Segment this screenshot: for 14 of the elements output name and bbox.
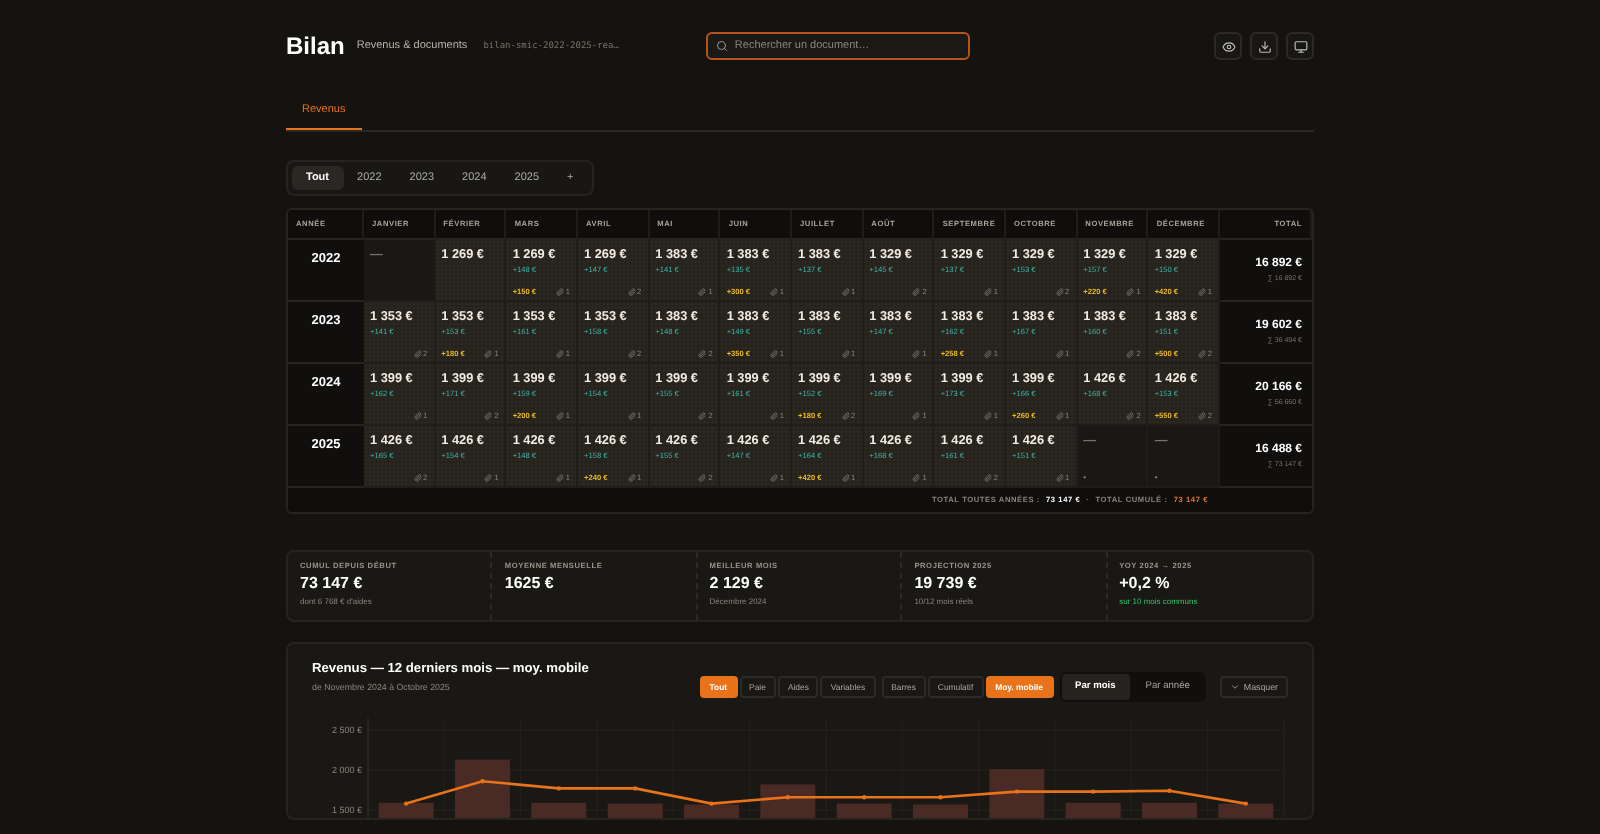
stat-value: 19 739 € (914, 574, 979, 592)
download-button[interactable] (1250, 32, 1278, 60)
download-icon (1257, 39, 1271, 53)
stat-value: 2 129 € (709, 574, 765, 592)
chevron-down-icon (1229, 682, 1240, 692)
preview-button[interactable] (1214, 32, 1242, 60)
monitor-icon (1293, 39, 1307, 53)
stat-value: 73 147 € (300, 574, 365, 592)
page-title: Bilan (286, 32, 345, 60)
eye-icon (1221, 39, 1235, 53)
search-icon (716, 40, 729, 52)
stat-value: +0,2 % (1119, 574, 1172, 592)
display-button[interactable] (1286, 32, 1314, 60)
stat-value: 1625 € (504, 574, 556, 592)
